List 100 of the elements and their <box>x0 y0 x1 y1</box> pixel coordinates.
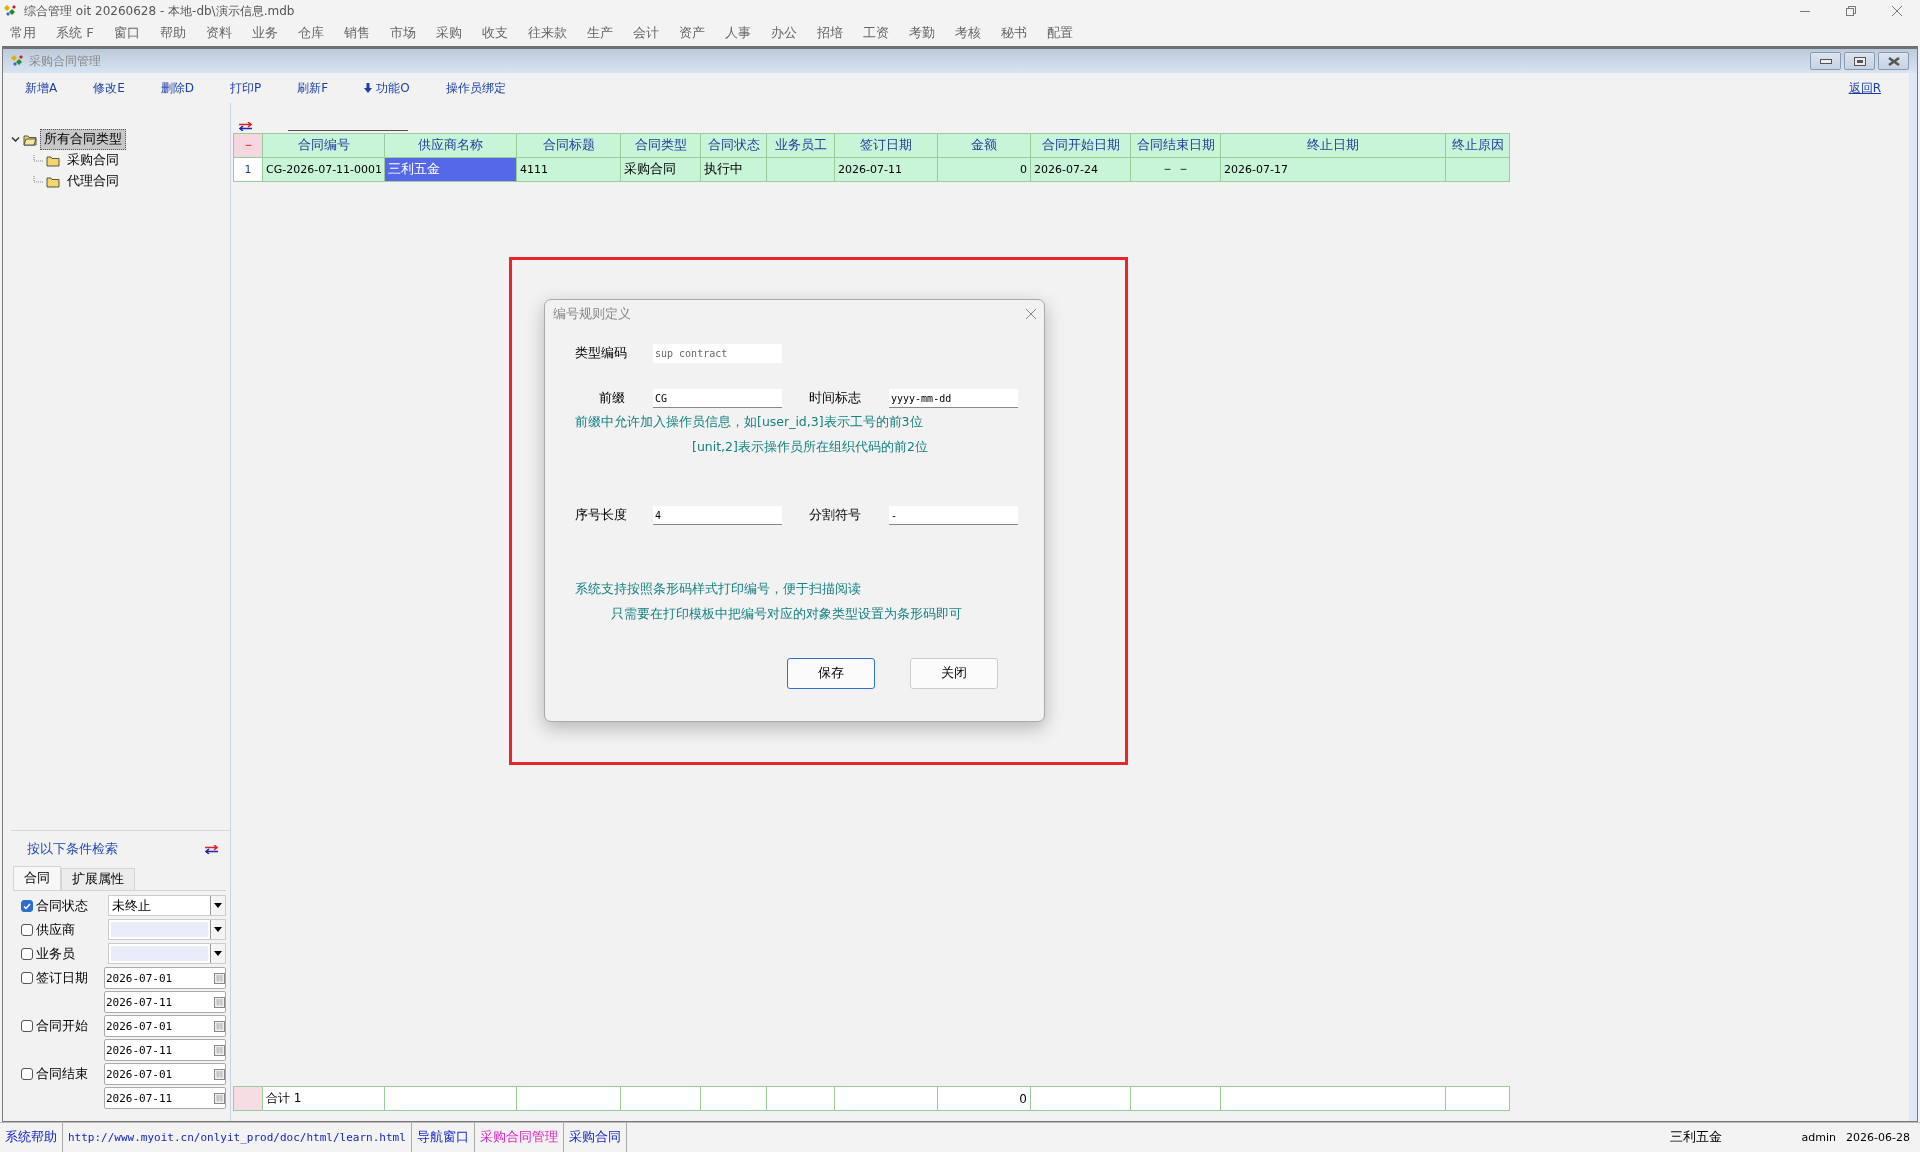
menu-item[interactable]: 帮助 <box>159 24 196 42</box>
filter-dropdown[interactable]: 未终止 <box>108 895 226 916</box>
input-field[interactable]: - <box>889 506 1018 525</box>
user-name: admin <box>1801 1131 1837 1144</box>
down-arrow-icon <box>364 83 373 93</box>
input-field[interactable]: yyyy-mm-dd <box>889 389 1018 408</box>
menu-item[interactable]: 配置 <box>1046 24 1083 42</box>
column-header[interactable]: 合同标题 <box>517 134 621 158</box>
corner-cell[interactable]: － <box>234 134 263 158</box>
calendar-icon[interactable] <box>214 1044 225 1056</box>
child-window-title: 采购合同管理 <box>29 52 101 70</box>
return-button[interactable]: 返回R <box>1848 79 1881 97</box>
checkbox[interactable] <box>21 924 33 936</box>
field-label: 序号长度 <box>575 507 628 524</box>
close-icon[interactable] <box>1026 309 1036 319</box>
toolbar-button[interactable]: 刷新F <box>297 79 329 97</box>
column-header[interactable]: 合同开始日期 <box>1031 134 1131 158</box>
menu-item[interactable]: 仓库 <box>297 24 334 42</box>
collapse-icon[interactable] <box>11 135 20 144</box>
close-icon[interactable] <box>1892 6 1902 16</box>
date-field[interactable]: 2026-07-01 <box>104 967 226 989</box>
calendar-icon[interactable] <box>214 996 225 1008</box>
menu-item[interactable]: 往来款 <box>527 24 577 42</box>
tree-item[interactable]: 代理合同 <box>63 171 123 192</box>
column-header[interactable]: 业务员工 <box>767 134 835 158</box>
save-button[interactable]: 保存 <box>787 658 875 689</box>
calendar-icon[interactable] <box>214 1068 225 1080</box>
date-field[interactable]: 2026-07-11 <box>104 1087 226 1109</box>
help-link[interactable]: http://www.myoit.cn/onlyit_prod/doc/html/learn.html <box>63 1123 412 1152</box>
tab[interactable]: 扩展属性 <box>61 868 135 890</box>
status-tab[interactable]: 导航窗口 <box>411 1123 475 1152</box>
menu-item[interactable]: 资产 <box>678 24 715 42</box>
field-label: 分割符号 <box>808 507 862 524</box>
restore-button[interactable] <box>1844 52 1875 70</box>
function-menu-button[interactable]: 功能O <box>364 79 410 97</box>
date-field[interactable]: 2026-07-11 <box>104 991 226 1013</box>
menu-item[interactable]: 业务 <box>251 24 288 42</box>
app-logo-icon <box>4 4 18 18</box>
date-field[interactable]: 2026-07-01 <box>104 1015 226 1037</box>
toolbar-button[interactable]: 打印P <box>230 79 262 97</box>
status-tab[interactable]: 采购合同 <box>563 1123 627 1152</box>
menu-item[interactable]: 采购 <box>435 24 472 42</box>
menu-item[interactable]: 考核 <box>954 24 991 42</box>
table-cell: 0 <box>938 1087 1031 1111</box>
calendar-icon[interactable] <box>214 972 225 984</box>
column-header[interactable]: 合同类型 <box>621 134 701 158</box>
menu-item[interactable]: 生产 <box>586 24 623 42</box>
close-icon <box>1887 56 1900 66</box>
column-header[interactable]: 合同编号 <box>263 134 385 158</box>
calendar-icon[interactable] <box>214 1092 225 1104</box>
column-header[interactable]: 签订日期 <box>835 134 938 158</box>
menu-item[interactable]: 销售 <box>343 24 380 42</box>
menu-item[interactable]: 招培 <box>816 24 853 42</box>
close-button[interactable]: 关闭 <box>910 658 998 689</box>
input-field[interactable]: CG <box>653 389 782 408</box>
tree-item[interactable]: 所有合同类型 <box>40 129 126 150</box>
menu-item[interactable]: 工资 <box>862 24 899 42</box>
menu-item[interactable]: 常用 <box>10 24 46 42</box>
checkbox[interactable] <box>21 1020 33 1032</box>
app-logo-icon <box>11 54 25 68</box>
close-button[interactable] <box>1878 52 1909 70</box>
menu-item[interactable]: 会计 <box>632 24 669 42</box>
tree-item[interactable]: 采购合同 <box>63 150 123 171</box>
date-field[interactable]: 2026-07-11 <box>104 1039 226 1061</box>
menu-item[interactable]: 办公 <box>770 24 807 42</box>
menu-item[interactable]: 资料 <box>205 24 242 42</box>
checkbox[interactable] <box>21 1068 33 1080</box>
toolbar-button[interactable]: 修改E <box>93 79 125 97</box>
minimize-icon[interactable] <box>1800 10 1810 12</box>
menu-item[interactable]: 人事 <box>724 24 761 42</box>
calendar-icon[interactable] <box>214 1020 225 1032</box>
toolbar-button[interactable]: 新增A <box>25 79 58 97</box>
menu-item[interactable]: 考勤 <box>908 24 945 42</box>
hint-text: 系统支持按照条形码样式打印编号，便于扫描阅读 <box>575 581 862 598</box>
column-header[interactable]: 合同状态 <box>701 134 767 158</box>
status-tab[interactable]: 系统帮助 <box>0 1123 63 1152</box>
tab[interactable]: 合同 <box>13 866 61 890</box>
checkbox[interactable] <box>21 972 33 984</box>
toolbar-button[interactable]: 删除D <box>160 79 195 97</box>
checkbox[interactable] <box>21 948 33 960</box>
swap-icon[interactable] <box>205 845 218 854</box>
restore-icon[interactable] <box>1846 6 1856 16</box>
column-header[interactable]: 金额 <box>938 134 1031 158</box>
menu-item[interactable]: 窗口 <box>113 24 150 42</box>
open-folder-icon <box>23 133 37 146</box>
input-field[interactable]: 4 <box>653 506 782 525</box>
date-field[interactable]: 2026-07-01 <box>104 1063 226 1085</box>
column-header[interactable]: 终止日期 <box>1221 134 1446 158</box>
swap-icon[interactable] <box>239 122 252 131</box>
minimize-button[interactable] <box>1810 52 1841 70</box>
menu-item[interactable]: 秘书 <box>1000 24 1037 42</box>
column-header[interactable]: 终止原因 <box>1446 134 1510 158</box>
menu-item[interactable]: 市场 <box>389 24 426 42</box>
checkbox[interactable] <box>21 900 33 912</box>
menu-item[interactable]: 系统 F <box>56 24 104 42</box>
status-tab[interactable]: 采购合同管理 <box>474 1123 564 1152</box>
column-header[interactable]: 合同结束日期 <box>1131 134 1221 158</box>
column-header[interactable]: 供应商名称 <box>385 134 517 158</box>
toolbar-button[interactable]: 操作员绑定 <box>445 79 506 97</box>
menu-item[interactable]: 收支 <box>481 24 518 42</box>
